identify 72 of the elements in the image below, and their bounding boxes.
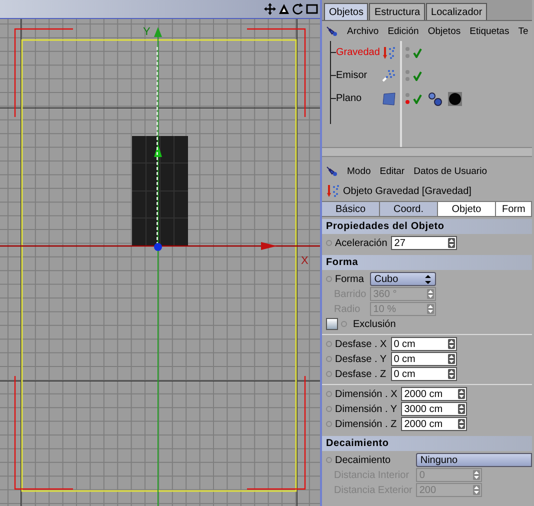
menu-item[interactable]: Te <box>518 26 528 36</box>
tab[interactable]: Objetos <box>324 3 368 20</box>
dropdown[interactable]: Ninguno <box>416 453 532 467</box>
updown-arrows-icon <box>424 274 432 284</box>
plane-icon <box>382 92 396 106</box>
spinner-icon[interactable] <box>448 339 455 349</box>
tab[interactable]: Estructura <box>369 3 426 20</box>
tab[interactable]: Objeto <box>438 202 496 216</box>
window-icon[interactable] <box>306 3 318 15</box>
axis-label: Y <box>143 26 150 38</box>
field-label: Forma <box>335 274 364 284</box>
tab[interactable]: Form <box>496 202 532 216</box>
menu-item[interactable]: Archivo <box>347 26 379 36</box>
visibility-dots-icon[interactable] <box>405 68 410 82</box>
number-field[interactable]: 0 cm <box>390 367 457 381</box>
object-title: Objeto Gravedad [Gravedad] <box>343 186 472 196</box>
dropdown[interactable]: Cubo <box>370 272 436 286</box>
field-label: Aceleración <box>335 238 388 248</box>
field-label: Dimensión . X <box>335 388 398 400</box>
scrollbar[interactable] <box>322 147 532 157</box>
menu-item[interactable]: Modo <box>347 166 371 176</box>
particles-icon <box>382 46 396 60</box>
spinner-icon[interactable] <box>448 354 455 364</box>
rotate-icon[interactable] <box>292 3 304 15</box>
check-icon[interactable] <box>413 70 422 80</box>
spinner-icon[interactable] <box>448 369 455 379</box>
x-axis-arrow <box>261 242 277 250</box>
triangle-icon[interactable] <box>278 3 290 15</box>
number-field[interactable]: 27 <box>391 236 458 250</box>
object-name[interactable]: Plano <box>336 93 382 104</box>
field-label: Dimensión . Z <box>335 418 397 430</box>
checkbox[interactable] <box>326 318 338 330</box>
spinner-icon[interactable] <box>458 404 466 414</box>
number-field[interactable]: 2000 cm <box>401 417 468 431</box>
field-label: Dimensión . Y <box>335 404 398 414</box>
material-icon[interactable] <box>448 92 462 106</box>
check-icon[interactable] <box>413 48 422 58</box>
spinner-icon[interactable] <box>458 419 466 429</box>
axis-label: X <box>301 255 308 267</box>
menu-item[interactable]: Edición <box>388 26 419 36</box>
tab[interactable]: Coord. <box>380 202 438 216</box>
number-field[interactable]: 0 cm <box>390 352 457 366</box>
pin-icon[interactable] <box>326 26 338 36</box>
section-header[interactable]: Decaimiento <box>322 436 532 451</box>
field-label: Desfase . X <box>335 338 387 350</box>
number-field[interactable]: 3000 cm <box>401 402 468 416</box>
pin-icon[interactable] <box>326 166 338 176</box>
menu-item[interactable]: Objetos <box>428 26 461 36</box>
move-icon[interactable] <box>264 3 276 15</box>
check-icon[interactable] <box>413 94 422 104</box>
section-header[interactable]: Forma <box>322 255 532 270</box>
particles-icon <box>382 68 396 82</box>
origin-handle[interactable] <box>154 243 162 251</box>
menu-item[interactable]: Datos de Usuario <box>414 166 487 176</box>
visibility-dots-icon[interactable] <box>405 46 410 60</box>
object-name[interactable]: Emisor <box>336 70 382 81</box>
field-label: Exclusión <box>353 318 396 330</box>
field-label: Decaimiento <box>335 454 391 466</box>
field-label: Desfase . Z <box>335 368 386 380</box>
field-label: Desfase . Y <box>335 354 387 364</box>
tab[interactable]: Básico <box>322 202 380 216</box>
menu-item[interactable]: Etiquetas <box>470 26 510 36</box>
particles-icon <box>326 184 340 198</box>
menu-item[interactable]: Editar <box>380 166 405 176</box>
tab[interactable]: Localizador <box>426 3 488 20</box>
spinner-icon[interactable] <box>458 389 466 399</box>
spheres-icon[interactable] <box>428 92 442 106</box>
spinner-icon[interactable] <box>448 238 456 248</box>
number-field[interactable]: 2000 cm <box>401 387 468 401</box>
section-header[interactable]: Propiedades del Objeto <box>322 219 532 234</box>
visibility-dots-icon[interactable] <box>405 92 410 106</box>
number-field[interactable]: 0 cm <box>390 337 457 351</box>
